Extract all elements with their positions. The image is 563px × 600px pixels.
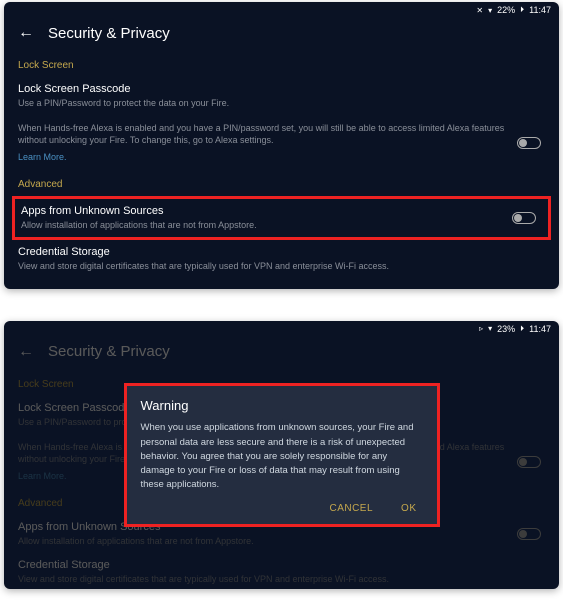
warning-dialog: Warning When you use applications from u…	[127, 386, 437, 523]
item-sub: When Hands-free Alexa is enabled and you…	[18, 122, 505, 147]
page-title: Security & Privacy	[48, 25, 170, 42]
screenshot-1: ✕ ▾ 22% ⏵ 11:47 ← Security & Privacy Loc…	[4, 2, 559, 289]
item-alexa-note: When Hands-free Alexa is enabled and you…	[18, 116, 545, 171]
highlight-warning-dialog: Warning When you use applications from u…	[124, 383, 440, 526]
dialog-actions: CANCEL OK	[141, 503, 423, 514]
toggle-unknown-sources[interactable]	[512, 212, 536, 224]
learn-more-link[interactable]: Learn More.	[18, 152, 67, 162]
wifi-off-icon: ✕	[476, 6, 483, 15]
item-lockscreen-passcode[interactable]: Lock Screen Passcode Use a PIN/Password …	[18, 77, 545, 116]
section-header-lockscreen: Lock Screen	[18, 60, 545, 71]
section-header-advanced: Advanced	[18, 179, 545, 190]
item-title: Apps from Unknown Sources	[21, 205, 504, 217]
signal-icon: ▾	[488, 6, 492, 15]
dialog-title: Warning	[141, 398, 423, 413]
screenshot-2: ▹ ▾ 23% ⏵ 11:47 ← Security & Privacy Loc…	[4, 321, 559, 589]
highlight-unknown-sources: Apps from Unknown Sources Allow installa…	[12, 196, 551, 241]
item-unknown-sources[interactable]: Apps from Unknown Sources Allow installa…	[19, 203, 544, 234]
toggle-lockscreen[interactable]	[517, 137, 541, 149]
dialog-body: When you use applications from unknown s…	[141, 421, 423, 492]
item-sub: View and store digital certificates that…	[18, 260, 545, 273]
item-sub: Allow installation of applications that …	[21, 219, 504, 232]
ok-button[interactable]: OK	[401, 503, 416, 514]
item-credential-storage[interactable]: Credential Storage View and store digita…	[18, 240, 545, 279]
item-title: Lock Screen Passcode	[18, 83, 505, 95]
clock: 11:47	[529, 5, 551, 15]
item-title: Credential Storage	[18, 246, 545, 258]
header: ← Security & Privacy	[4, 18, 559, 52]
battery-icon: ⏵	[520, 5, 524, 15]
item-sub: Use a PIN/Password to protect the data o…	[18, 97, 505, 110]
cancel-button[interactable]: CANCEL	[329, 503, 373, 514]
battery-percent: 22%	[497, 5, 515, 15]
back-arrow-icon[interactable]: ←	[18, 24, 34, 42]
modal-overlay: Warning When you use applications from u…	[4, 321, 559, 589]
settings-body: Lock Screen Lock Screen Passcode Use a P…	[4, 60, 559, 289]
status-bar: ✕ ▾ 22% ⏵ 11:47	[4, 2, 559, 18]
